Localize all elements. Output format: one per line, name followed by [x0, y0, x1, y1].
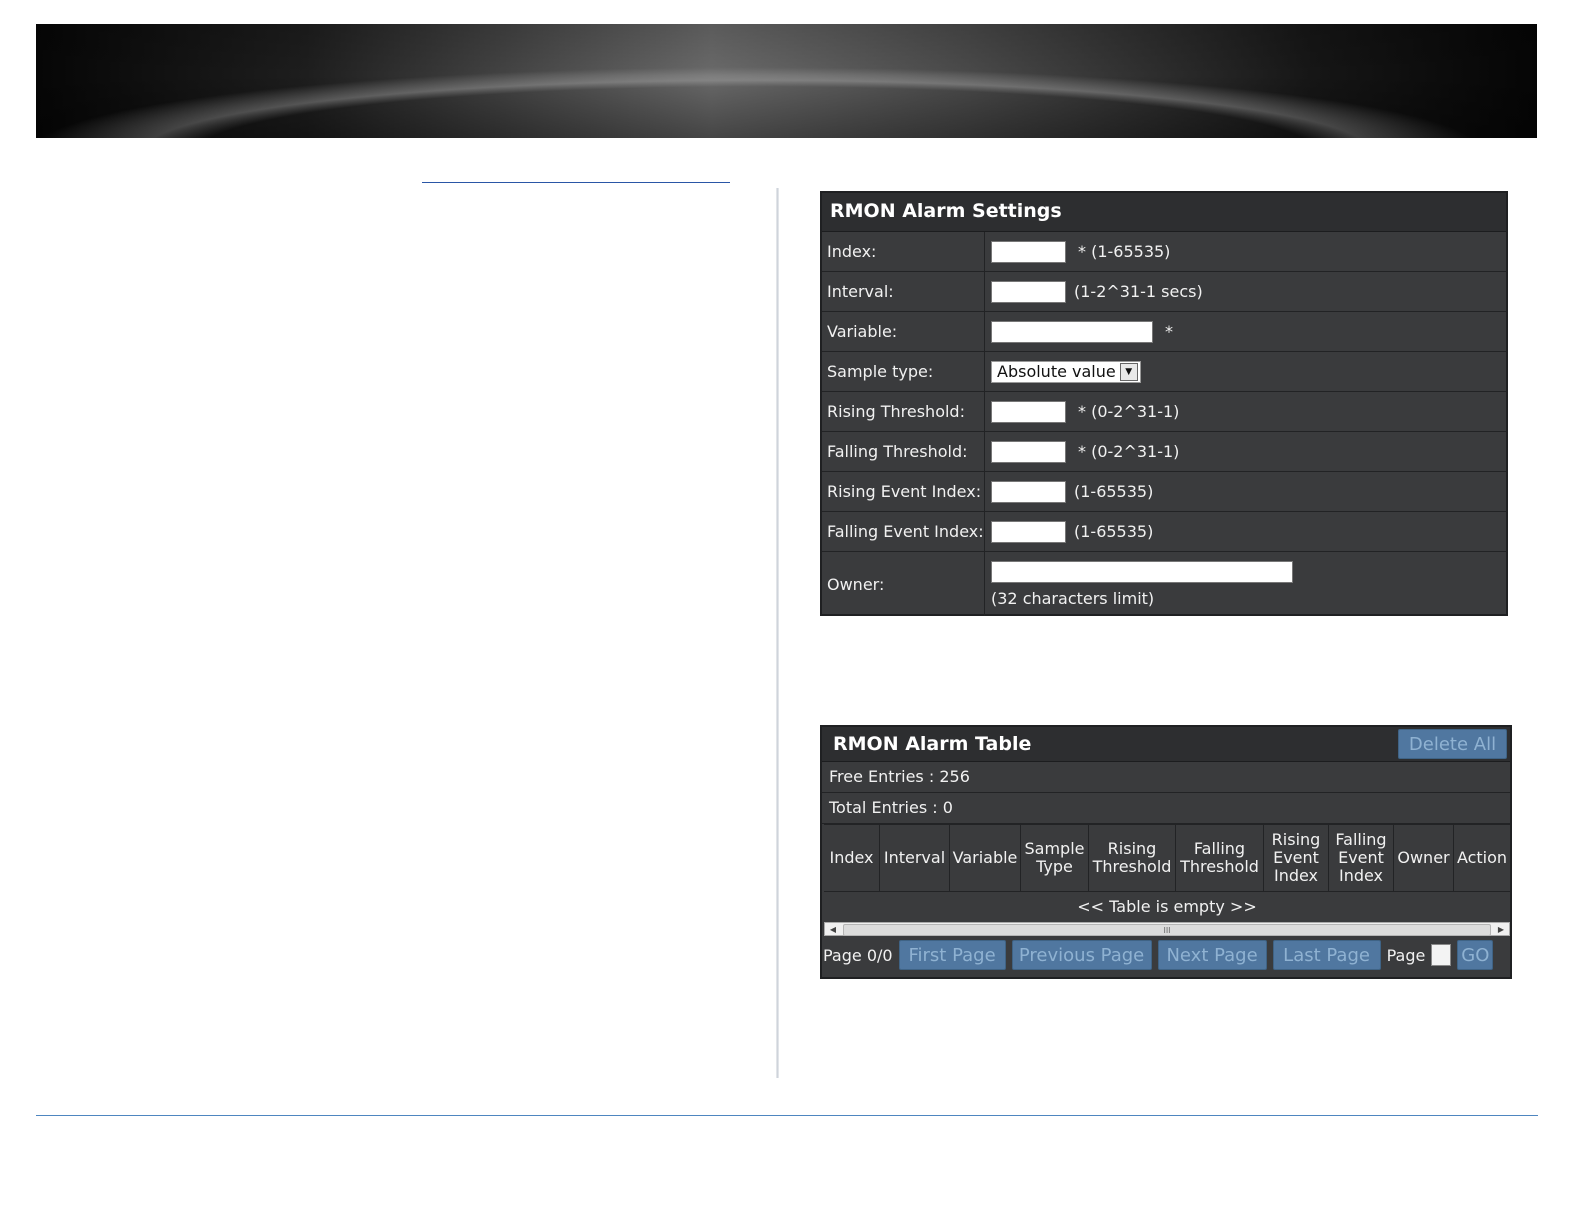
- rising-threshold-hint: * (0-2^31-1): [1078, 402, 1180, 421]
- falling-event-index-hint: (1-65535): [1074, 522, 1154, 541]
- scroll-left-icon[interactable]: ◀: [825, 923, 841, 935]
- page-label: Page: [1386, 945, 1426, 965]
- falling-threshold-hint: * (0-2^31-1): [1078, 442, 1180, 461]
- rising-threshold-label: Rising Threshold:: [822, 392, 985, 431]
- col-falling-event-index: Falling Event Index: [1328, 825, 1393, 891]
- rising-event-index-row: Rising Event Index: (1-65535): [822, 472, 1506, 512]
- index-hint: * (1-65535): [1078, 242, 1171, 261]
- falling-event-index-row: Falling Event Index: (1-65535): [822, 512, 1506, 552]
- rising-threshold-input[interactable]: [991, 400, 1066, 423]
- rising-event-index-hint: (1-65535): [1074, 482, 1154, 501]
- header-underline: [422, 182, 730, 183]
- sample-type-row: Sample type: Absolute value ▼: [822, 352, 1506, 392]
- falling-event-index-label: Falling Event Index:: [822, 512, 985, 551]
- falling-event-index-input[interactable]: [991, 520, 1066, 543]
- owner-label: Owner:: [822, 552, 985, 616]
- falling-threshold-input[interactable]: [991, 440, 1066, 463]
- rising-event-index-label: Rising Event Index:: [822, 472, 985, 511]
- sample-type-select[interactable]: Absolute value ▼: [991, 360, 1141, 383]
- col-rising-event-index: Rising Event Index: [1263, 825, 1328, 891]
- horizontal-scrollbar[interactable]: ◀ III ▶: [824, 922, 1510, 936]
- owner-input[interactable]: [991, 560, 1293, 583]
- interval-row: Interval: (1-2^31-1 secs): [822, 272, 1506, 312]
- index-input[interactable]: [991, 240, 1066, 263]
- next-page-button[interactable]: Next Page: [1157, 940, 1267, 970]
- rising-threshold-row: Rising Threshold: * (0-2^31-1): [822, 392, 1506, 432]
- owner-row: Owner: (32 characters limit): [822, 552, 1506, 616]
- table-empty-message: << Table is empty >>: [1077, 897, 1257, 916]
- last-page-button[interactable]: Last Page: [1272, 940, 1381, 970]
- col-owner: Owner: [1393, 825, 1453, 891]
- interval-label: Interval:: [822, 272, 985, 311]
- page-status: Page 0/0: [823, 945, 893, 965]
- pagination-bar: Page 0/0 First Page Previous Page Next P…: [822, 936, 1510, 974]
- footer-rule: [36, 1115, 1538, 1116]
- scroll-thumb[interactable]: III: [843, 924, 1491, 936]
- falling-threshold-row: Falling Threshold: * (0-2^31-1): [822, 432, 1506, 472]
- col-interval: Interval: [879, 825, 949, 891]
- col-sample-type: Sample Type: [1020, 825, 1088, 891]
- total-entries: Total Entries : 0: [822, 793, 1510, 824]
- owner-hint: (32 characters limit): [991, 588, 1155, 608]
- variable-label: Variable:: [822, 312, 985, 351]
- table-column-headers: Index Interval Variable Sample Type Risi…: [824, 824, 1510, 892]
- index-row: Index: * (1-65535): [822, 232, 1506, 272]
- go-button[interactable]: GO: [1457, 940, 1494, 970]
- falling-threshold-label: Falling Threshold:: [822, 432, 985, 471]
- interval-input[interactable]: [991, 280, 1066, 303]
- previous-page-button[interactable]: Previous Page: [1011, 940, 1152, 970]
- index-label: Index:: [822, 232, 985, 271]
- page-number-input[interactable]: [1431, 944, 1452, 966]
- col-falling-threshold: Falling Threshold: [1175, 825, 1263, 891]
- header-banner: [36, 24, 1537, 138]
- scroll-right-icon[interactable]: ▶: [1493, 923, 1509, 935]
- rmon-alarm-settings-panel: RMON Alarm Settings Index: * (1-65535) I…: [820, 191, 1508, 616]
- interval-hint: (1-2^31-1 secs): [1074, 282, 1203, 301]
- col-action: Action: [1453, 825, 1510, 891]
- rmon-alarm-table-panel: RMON Alarm Table Delete All Free Entries…: [820, 725, 1512, 979]
- column-divider: [776, 188, 779, 1078]
- free-entries: Free Entries : 256: [822, 762, 1510, 793]
- table-header-bar: RMON Alarm Table Delete All: [822, 727, 1510, 762]
- delete-all-button[interactable]: Delete All: [1398, 729, 1507, 759]
- col-rising-threshold: Rising Threshold: [1088, 825, 1175, 891]
- sample-type-value: Absolute value: [997, 362, 1116, 381]
- variable-hint: *: [1165, 322, 1173, 341]
- variable-input[interactable]: [991, 320, 1153, 343]
- first-page-button[interactable]: First Page: [898, 940, 1006, 970]
- col-variable: Variable: [949, 825, 1020, 891]
- variable-row: Variable: *: [822, 312, 1506, 352]
- grip-icon: III: [1163, 925, 1171, 935]
- col-index: Index: [829, 848, 874, 867]
- chevron-down-icon[interactable]: ▼: [1119, 362, 1138, 381]
- rising-event-index-input[interactable]: [991, 480, 1066, 503]
- table-title: RMON Alarm Table: [833, 733, 1032, 755]
- sample-type-label: Sample type:: [822, 352, 985, 391]
- settings-title: RMON Alarm Settings: [822, 193, 1506, 232]
